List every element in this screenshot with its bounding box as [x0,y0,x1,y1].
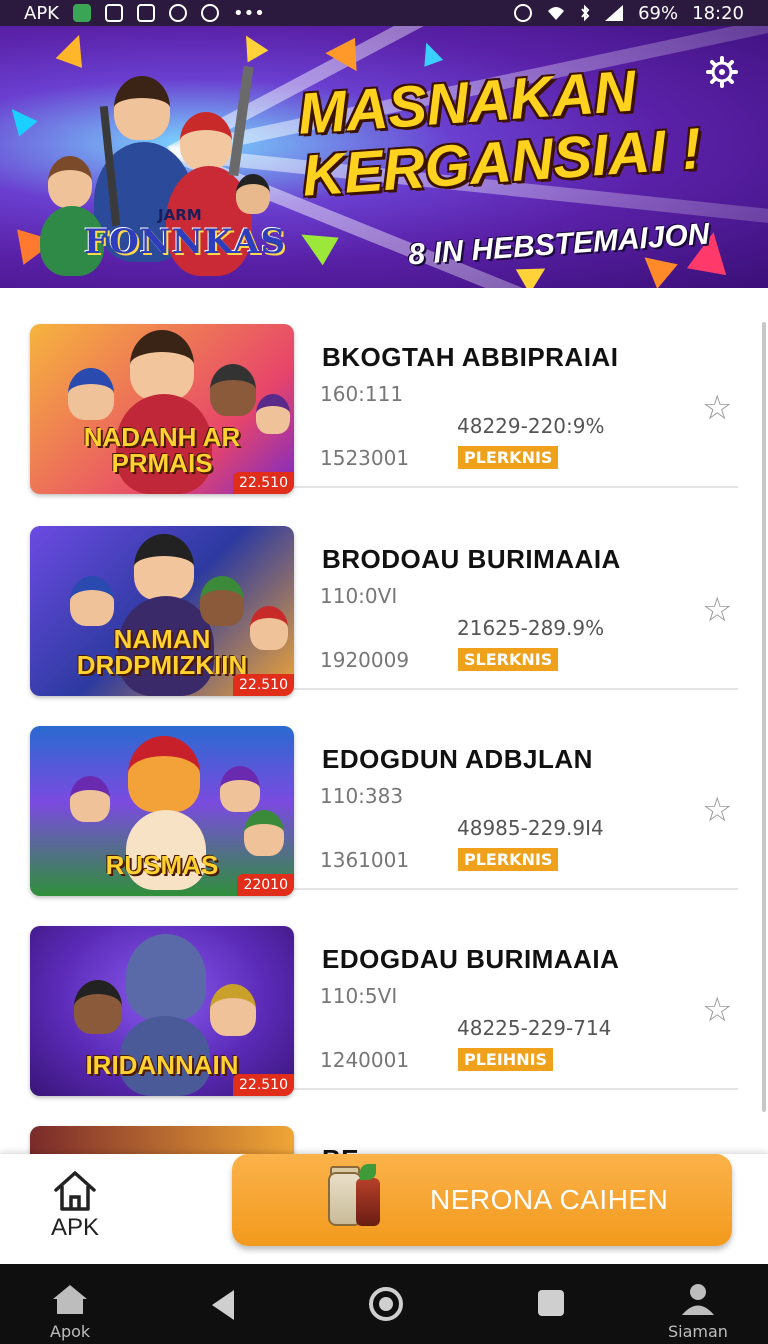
thumbnail-title: NADANH AR PRMAIS [83,422,241,478]
item-stat-secondary: 1920009 [320,648,410,672]
game-thumbnail[interactable] [30,1126,294,1154]
cta-label: NERONA CAIHEN [430,1184,669,1215]
game-thumbnail[interactable]: NAMAN DRDPMIZKIIN 22.510 [30,526,294,696]
shield-notification-icon [136,4,155,22]
bottle-icon [356,1178,380,1226]
item-title: EDOGDUN ADBJLAN [322,744,593,774]
nav-home-button[interactable]: Apok [50,1282,90,1341]
home-icon [54,1171,96,1211]
game-thumbnail[interactable]: NADANH AR PRMAIS 22.510 [30,324,294,494]
primary-cta-button[interactable]: NERONA CAIHEN [232,1154,732,1246]
game-thumbnail[interactable]: IRIDANNAIN 22.510 [30,926,294,1096]
app-notification-icon [72,4,91,22]
signal-icon [605,5,624,21]
banner-logo: FONNKAS [84,222,287,262]
item-stat-secondary: 1240001 [320,1048,410,1072]
list-item[interactable]: NAMAN DRDPMIZKIIN 22.510 BRODOAU BURIMAA… [30,490,738,696]
bottom-action-bar: APK NERONA CAIHEN [0,1154,768,1264]
recents-icon [538,1290,564,1316]
list-item[interactable]: RUSMAS 22010 EDOGDUN ADBJLAN 110:383 489… [30,690,738,896]
timer-notification-icon [168,4,187,22]
nav-back-button[interactable] [208,1288,238,1326]
item-stat-primary: 160:111 [320,382,404,406]
apk-home-button[interactable]: APK [40,1170,110,1250]
item-title: EDOGDAU BURIMAAIA [322,944,620,974]
star-icon[interactable]: ☆ [702,590,732,630]
item-range: 48985-229.9I4 [457,816,604,840]
back-icon [212,1290,234,1320]
item-stat-primary: 110:5VI [320,984,398,1008]
item-range: 48225-229-714 [457,1016,612,1040]
wifi-icon [548,7,565,20]
item-stat-primary: 110:383 [320,784,404,808]
hero-banner[interactable]: JARM FONNKAS MASNAKAN KERGANSIAI ! 8 IN … [0,26,768,288]
nav-recents-button[interactable] [536,1288,566,1322]
list-scrollbar[interactable] [762,322,766,1112]
more-notifications-icon: ••• [232,2,265,24]
system-navigation-bar: Apok Siaman [0,1264,768,1344]
star-icon[interactable]: ☆ [702,388,732,428]
sync-notification-icon [200,4,219,22]
bluetooth-icon [581,4,590,22]
status-bar: APK ••• 69% 18:20 [0,0,768,26]
battery-level: 69% [638,2,679,24]
nav-home-circle-button[interactable] [368,1286,404,1326]
item-range: 21625-289.9% [457,616,605,640]
nav-right-label: Siaman [668,1322,728,1341]
item-tag: PLERKNIS [458,446,559,469]
status-app-label: APK [24,2,59,24]
item-stat-secondary: 1361001 [320,848,410,872]
vibrate-icon [514,4,533,22]
item-tag: PLEIHNIS [458,1048,554,1071]
clock: 18:20 [692,2,744,24]
star-icon[interactable]: ☆ [702,790,732,830]
nav-profile-button[interactable]: Siaman [668,1282,728,1341]
banner-title: MASNAKAN KERGANSIAI ! [296,56,703,208]
item-stat-primary: 110:0VI [320,584,398,608]
item-stat-secondary: 1523001 [320,446,410,470]
home-icon [53,1285,88,1314]
list-item[interactable]: NADANH AR PRMAIS 22.510 BKOGTAH ABBIPRAI… [30,288,738,494]
game-thumbnail[interactable]: RUSMAS 22010 [30,726,294,896]
apk-label: APK [50,1214,100,1241]
image-notification-icon [104,4,123,22]
gear-icon[interactable] [706,56,738,88]
circle-home-icon [369,1287,403,1321]
item-title: BKOGTAH ABBIPRAIAI [322,342,619,372]
list-item[interactable]: IRIDANNAIN 22.510 EDOGDAU BURIMAAIA 110:… [30,890,738,1096]
item-tag: SLERKNIS [458,648,559,671]
profile-icon [681,1284,714,1315]
item-tag: PLERKNIS [458,848,559,871]
item-title: BE [322,1144,359,1154]
nav-left-label: Apok [50,1322,91,1341]
leaf-icon [360,1164,376,1180]
game-list[interactable]: NADANH AR PRMAIS 22.510 BKOGTAH ABBIPRAI… [0,288,768,1154]
item-range: 48229-220:9% [457,414,605,438]
thumbnail-title: NAMAN DRDPMIZKIIN [76,624,248,680]
list-item[interactable]: BE [30,1090,738,1154]
item-title: BRODOAU BURIMAAIA [322,544,621,574]
star-icon[interactable]: ☆ [702,990,732,1030]
